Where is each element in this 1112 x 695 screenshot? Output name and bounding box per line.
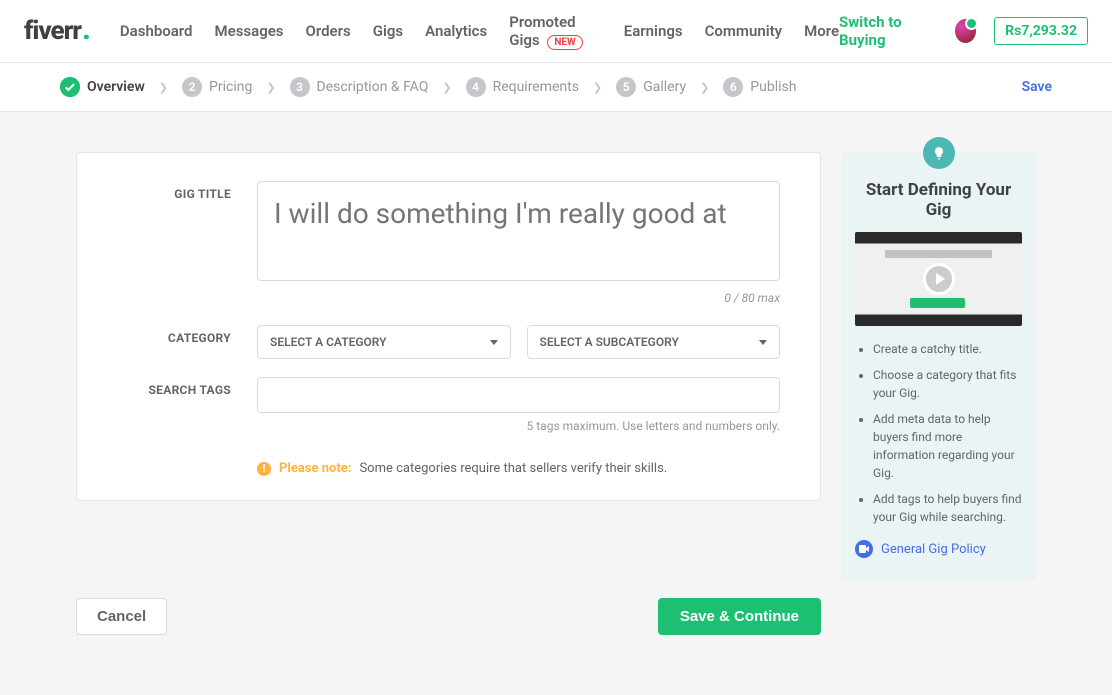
char-count: 0 / 80 max <box>257 291 780 305</box>
step-pricing[interactable]: 2 Pricing <box>182 77 252 97</box>
header-right: Switch to Buying Rs7,293.32 <box>839 13 1088 49</box>
video-icon <box>855 540 873 558</box>
gig-title-field: 0 / 80 max <box>257 181 800 305</box>
chevron-down-icon <box>759 340 767 345</box>
gig-title-input[interactable] <box>257 181 780 281</box>
list-item: Add meta data to help buyers find more i… <box>873 410 1022 482</box>
step-number: 5 <box>616 77 636 97</box>
chevron-right-icon: ❯ <box>700 81 709 94</box>
main-nav: Dashboard Messages Orders Gigs Analytics… <box>120 13 839 49</box>
chevron-down-icon <box>490 340 498 345</box>
nav-more[interactable]: More <box>804 22 839 40</box>
steps-bar: Overview ❯ 2 Pricing ❯ 3 Description & F… <box>0 63 1112 112</box>
lightbulb-icon <box>923 137 955 169</box>
form-card: GIG TITLE 0 / 80 max CATEGORY SELECT A C… <box>76 152 821 501</box>
category-select[interactable]: SELECT A CATEGORY <box>257 325 511 359</box>
logo[interactable]: fiverr. <box>24 16 90 46</box>
note-text: Some categories require that sellers ver… <box>359 461 667 476</box>
step-label: Publish <box>750 79 796 95</box>
list-item: Create a catchy title. <box>873 340 1022 358</box>
policy-link[interactable]: General Gig Policy <box>855 540 1022 558</box>
warning-icon: ! <box>257 462 271 476</box>
category-row: CATEGORY SELECT A CATEGORY SELECT A SUBC… <box>77 325 800 359</box>
step-requirements[interactable]: 4 Requirements <box>466 77 579 97</box>
tags-label: SEARCH TAGS <box>77 377 257 433</box>
step-gallery[interactable]: 5 Gallery <box>616 77 686 97</box>
step-publish[interactable]: 6 Publish <box>723 77 796 97</box>
nav-orders[interactable]: Orders <box>306 22 351 40</box>
step-number: 3 <box>290 77 310 97</box>
nav-promoted[interactable]: Promoted Gigs NEW <box>509 13 602 49</box>
nav-messages[interactable]: Messages <box>215 22 284 40</box>
list-item: Add tags to help buyers find your Gig wh… <box>873 490 1022 526</box>
form-container: GIG TITLE 0 / 80 max CATEGORY SELECT A C… <box>76 152 1036 580</box>
note-row: ! Please note: Some categories require t… <box>77 439 800 476</box>
step-label: Requirements <box>493 79 579 95</box>
tags-row: SEARCH TAGS 5 tags maximum. Use letters … <box>77 377 800 433</box>
switch-to-buying-button[interactable]: Switch to Buying <box>839 13 937 49</box>
cancel-button[interactable]: Cancel <box>76 598 167 635</box>
tips-list: Create a catchy title. Choose a category… <box>855 340 1022 526</box>
step-label: Overview <box>87 79 145 95</box>
step-label: Description & FAQ <box>317 79 429 95</box>
step-number: 2 <box>182 77 202 97</box>
nav-earnings[interactable]: Earnings <box>624 22 683 40</box>
category-field: SELECT A CATEGORY SELECT A SUBCATEGORY <box>257 325 800 359</box>
chevron-right-icon: ❯ <box>266 81 275 94</box>
aside-title: Start Defining Your Gig <box>855 180 1022 220</box>
logo-text: fiverr <box>24 16 81 46</box>
save-link[interactable]: Save <box>1022 79 1052 95</box>
balance-badge[interactable]: Rs7,293.32 <box>994 17 1088 45</box>
main-header: fiverr. Dashboard Messages Orders Gigs A… <box>0 0 1112 63</box>
gig-title-row: GIG TITLE 0 / 80 max <box>77 181 800 305</box>
nav-gigs[interactable]: Gigs <box>373 22 403 40</box>
chevron-right-icon: ❯ <box>442 81 451 94</box>
chevron-right-icon: ❯ <box>159 81 168 94</box>
avatar[interactable] <box>955 19 976 43</box>
nav-community[interactable]: Community <box>705 22 783 40</box>
bottom-actions: Cancel Save & Continue <box>76 598 1036 635</box>
step-number: 6 <box>723 77 743 97</box>
subcategory-select[interactable]: SELECT A SUBCATEGORY <box>527 325 781 359</box>
save-continue-button[interactable]: Save & Continue <box>658 598 821 635</box>
step-label: Pricing <box>209 79 252 95</box>
tags-hint: 5 tags maximum. Use letters and numbers … <box>257 419 780 433</box>
step-description[interactable]: 3 Description & FAQ <box>290 77 429 97</box>
policy-label: General Gig Policy <box>881 542 986 557</box>
subcategory-select-value: SELECT A SUBCATEGORY <box>540 335 679 349</box>
tags-input[interactable] <box>257 377 780 413</box>
page-body: GIG TITLE 0 / 80 max CATEGORY SELECT A C… <box>0 112 1112 695</box>
video-thumbnail[interactable] <box>855 232 1022 326</box>
category-label: CATEGORY <box>77 325 257 359</box>
nav-analytics[interactable]: Analytics <box>425 22 487 40</box>
new-badge: NEW <box>547 35 582 50</box>
category-select-value: SELECT A CATEGORY <box>270 335 387 349</box>
chevron-right-icon: ❯ <box>593 81 602 94</box>
list-item: Choose a category that fits your Gig. <box>873 366 1022 402</box>
step-label: Gallery <box>643 79 686 95</box>
tips-aside: Start Defining Your Gig Create a catchy … <box>841 152 1036 580</box>
note-label: Please note: <box>279 461 351 476</box>
tags-field: 5 tags maximum. Use letters and numbers … <box>257 377 800 433</box>
nav-dashboard[interactable]: Dashboard <box>120 22 193 40</box>
gig-title-label: GIG TITLE <box>77 181 257 305</box>
play-icon <box>923 263 955 295</box>
step-overview[interactable]: Overview <box>60 77 145 97</box>
step-number: 4 <box>466 77 486 97</box>
checkmark-icon <box>60 77 80 97</box>
